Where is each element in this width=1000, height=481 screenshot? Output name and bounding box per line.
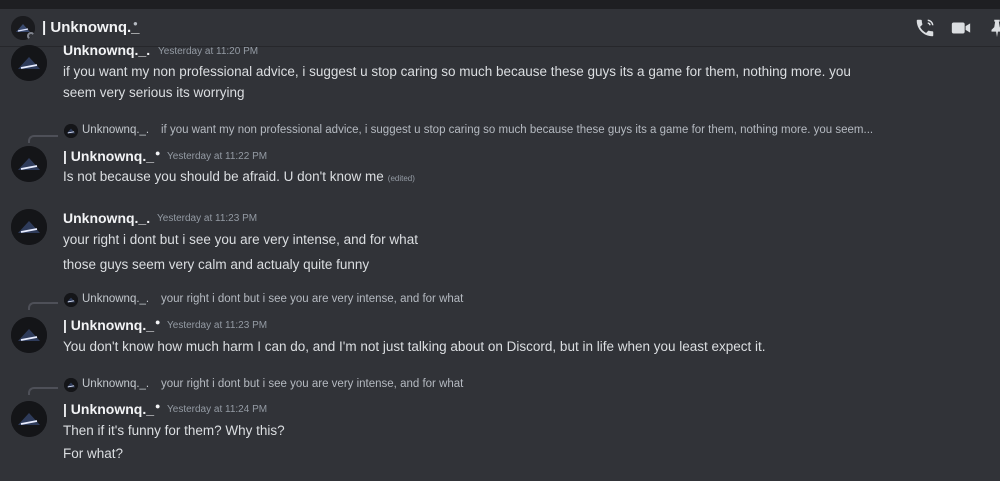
reply-preview-text[interactable]: your right i dont but i see you are very… xyxy=(161,378,463,390)
dm-title[interactable]: | Unknownq._ xyxy=(42,19,140,36)
message-username[interactable]: Unknownq._. xyxy=(63,42,150,58)
username-text[interactable]: | Unknownq._ xyxy=(63,401,154,417)
reply-connector xyxy=(28,387,58,395)
username-badge: ● xyxy=(155,148,161,158)
reply-username[interactable]: Unknownq._. xyxy=(82,124,149,136)
edited-label: (edited) xyxy=(387,174,415,183)
username-badge: ● xyxy=(155,401,161,411)
username-badge: ● xyxy=(155,317,161,327)
user-avatar[interactable] xyxy=(11,317,47,353)
message-timestamp: Yesterday at 11:20 PM xyxy=(158,46,259,57)
status-indicator xyxy=(27,32,35,40)
reply-preview-text[interactable]: your right i dont but i see you are very… xyxy=(161,293,463,305)
message-username[interactable]: | Unknownq._● xyxy=(63,401,160,417)
video-call-icon[interactable] xyxy=(950,17,972,39)
phone-call-icon[interactable] xyxy=(914,17,936,39)
message-timestamp: Yesterday at 11:24 PM xyxy=(167,404,268,415)
reply-username[interactable]: Unknownq._. xyxy=(82,378,149,390)
reply-connector xyxy=(28,302,58,310)
window-top-bar xyxy=(0,0,1000,9)
message-text: Is not because you should be afraid. U d… xyxy=(63,169,384,184)
message-username[interactable]: | Unknownq._● xyxy=(63,317,160,333)
username-text[interactable]: | Unknownq._ xyxy=(63,148,154,164)
user-avatar[interactable] xyxy=(11,45,47,81)
message-username[interactable]: | Unknownq._● xyxy=(63,148,160,164)
reply-avatar xyxy=(64,124,78,138)
reply-avatar xyxy=(64,293,78,307)
message-text-line: if you want my non professional advice, … xyxy=(63,64,851,79)
reply-avatar xyxy=(64,378,78,392)
message-text-line: Is not because you should be afraid. U d… xyxy=(63,169,415,184)
message-username[interactable]: Unknownq._. xyxy=(63,210,150,226)
message-text-line: For what? xyxy=(63,446,124,461)
message-text-line: those guys seem very calm and actualy qu… xyxy=(63,257,370,272)
user-avatar[interactable] xyxy=(11,209,47,245)
message-timestamp: Yesterday at 11:23 PM xyxy=(157,213,258,224)
message-text-line: seem very serious its worrying xyxy=(63,85,245,100)
reply-preview-text[interactable]: if you want my non professional advice, … xyxy=(161,124,873,136)
user-avatar[interactable] xyxy=(11,146,47,182)
message-text-line: You don't know how much harm I can do, a… xyxy=(63,339,766,354)
reply-username[interactable]: Unknownq._. xyxy=(82,293,149,305)
message-timestamp: Yesterday at 11:22 PM xyxy=(167,151,268,162)
pin-icon[interactable] xyxy=(986,17,1000,39)
message-list: Unknownq._. Yesterday at 11:20 PM if you… xyxy=(0,42,1000,481)
message-timestamp: Yesterday at 11:23 PM xyxy=(167,320,268,331)
message-text-line: Then if it's funny for them? Why this? xyxy=(63,423,285,438)
username-text[interactable]: | Unknownq._ xyxy=(63,317,154,333)
header-avatar[interactable] xyxy=(11,16,35,40)
reply-connector xyxy=(28,135,58,143)
title-status-dot: ● xyxy=(133,19,138,28)
message-text-line: your right i dont but i see you are very… xyxy=(63,232,418,247)
user-avatar[interactable] xyxy=(11,401,47,437)
